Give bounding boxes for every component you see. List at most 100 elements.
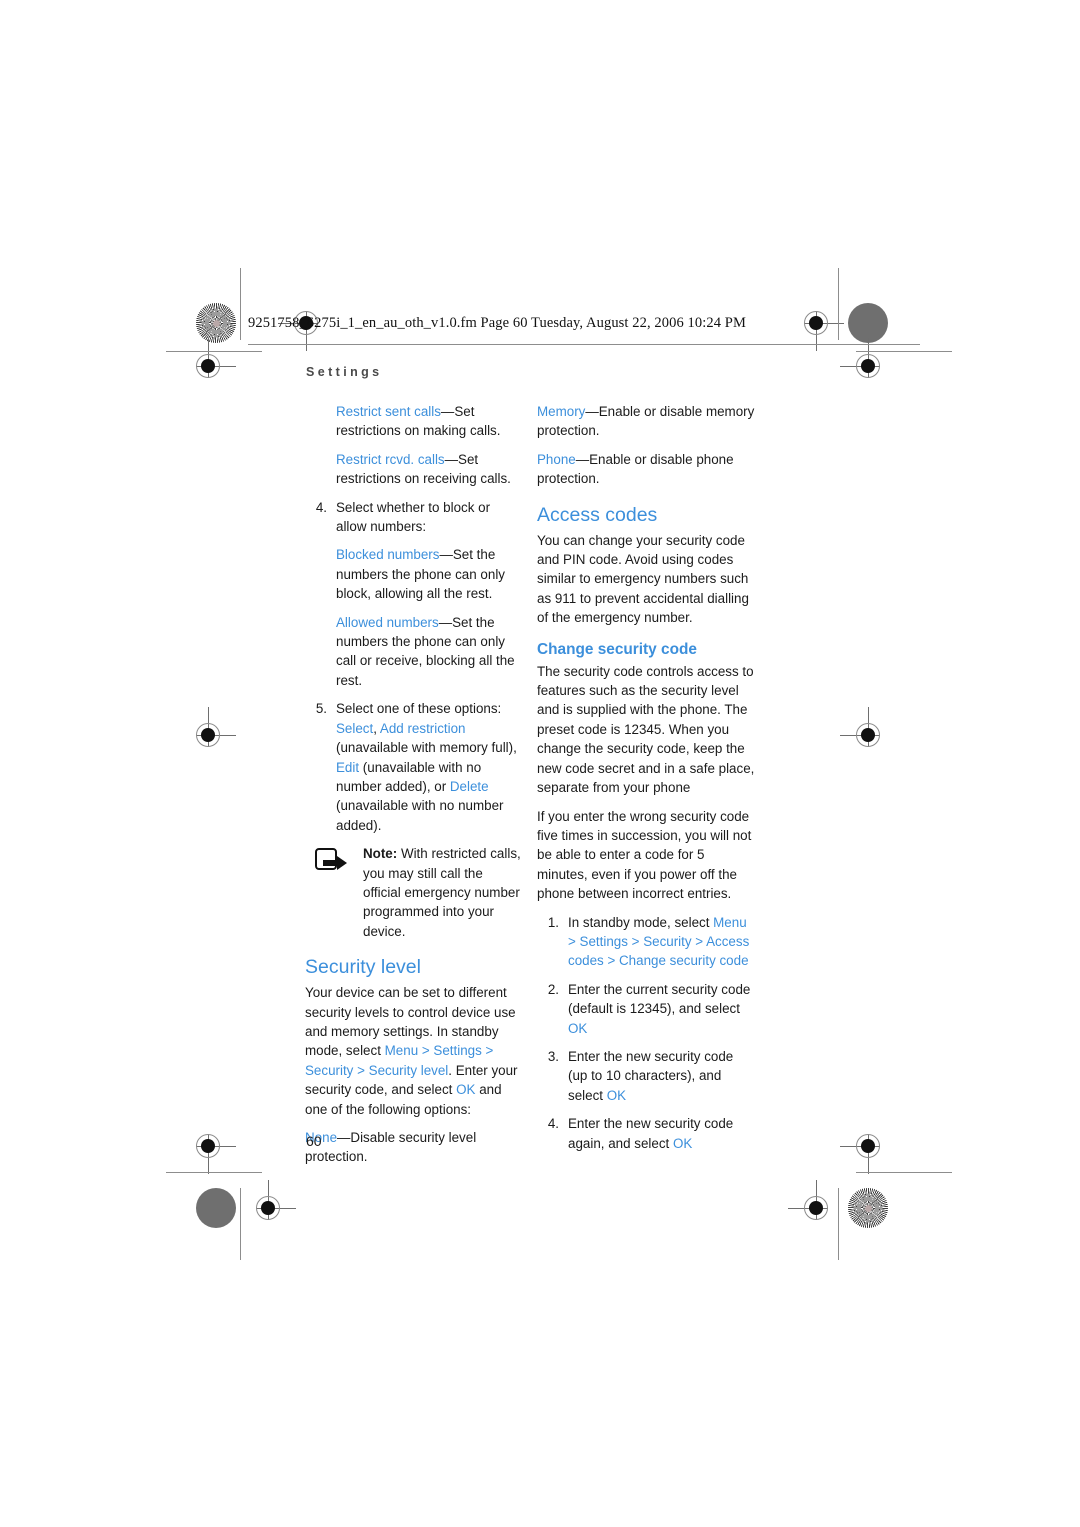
- page-number: 60: [306, 1133, 322, 1149]
- nav-sep: >: [568, 933, 580, 949]
- nav-change-security-code: Change security code: [619, 953, 749, 969]
- step-3-enter-new-code: 3. Enter the new security code (up to 10 …: [537, 1047, 756, 1105]
- right-column: Memory—Enable or disable memory protecti…: [537, 402, 756, 1162]
- trim-line-top-right-horizontal: [856, 351, 952, 353]
- term-label: Restrict sent calls: [336, 404, 441, 419]
- nav-menu: Menu: [713, 914, 747, 930]
- change-security-code-paragraph-b: If you enter the wrong security code fiv…: [537, 808, 752, 902]
- term-dash: —: [440, 404, 455, 419]
- term-label: Blocked numbers: [336, 547, 440, 563]
- step-lead: In standby mode, select: [568, 914, 714, 930]
- access-codes-paragraph: You can change your security code and PI…: [537, 532, 749, 626]
- nav-settings: Settings: [579, 933, 628, 949]
- registration-graydot-bottom-left: [196, 1188, 236, 1228]
- filename-header: 9251758_6275i_1_en_au_oth_v1.0.fm Page 6…: [248, 315, 746, 331]
- trim-line-top-right-vertical: [838, 268, 840, 340]
- step-number: 5.: [315, 701, 327, 717]
- heading-security-level: Security level: [305, 956, 421, 979]
- registration-cross-outer-bottom-right: [840, 1118, 896, 1174]
- registration-cross-mid-right: [840, 707, 896, 763]
- step-number: 2.: [547, 981, 559, 997]
- registration-graydot-top-right: [848, 303, 888, 343]
- nav-security: Security: [305, 1062, 354, 1078]
- nav-sep: >: [691, 933, 707, 949]
- term-label: Restrict rcvd. calls: [336, 451, 445, 467]
- trim-line-top-left-vertical: [240, 268, 242, 340]
- registration-cross-bottom-right-inner: [788, 1180, 844, 1236]
- registration-cross-outer-bottom-left: [180, 1118, 236, 1174]
- note-block: Note: With restricted calls, you may sti…: [305, 844, 524, 941]
- term-none: None—Disable security level protection.: [305, 1128, 524, 1167]
- rule-under-header: [248, 344, 920, 346]
- registration-starburst-top-left: [196, 303, 236, 343]
- nav-settings: Settings: [433, 1043, 482, 1059]
- separator: ,: [373, 720, 380, 736]
- step-lead: Enter the current security code (default…: [568, 981, 751, 1017]
- step-lead: Select one of these options:: [336, 701, 502, 717]
- step-4-confirm-new-code: 4. Enter the new security code again, and…: [537, 1114, 756, 1153]
- nav-sep: >: [353, 1062, 369, 1078]
- step-4-block-or-allow: 4. Select whether to block or allow numbe…: [305, 498, 524, 537]
- heading-access-codes: Access codes: [537, 503, 658, 526]
- softkey-ok: OK: [672, 1135, 693, 1151]
- registration-cross-outer-top-right: [840, 338, 896, 394]
- step-number: 1.: [547, 914, 559, 930]
- step-number: 4.: [315, 499, 327, 515]
- term-label: Memory: [537, 404, 586, 419]
- security-level-paragraph: Your device can be set to different secu…: [305, 983, 524, 1119]
- term-blocked-numbers: Blocked numbers—Set the numbers the phon…: [305, 545, 524, 603]
- step-lead: Enter the new security code again, and s…: [568, 1116, 734, 1151]
- step-text: Select whether to block or allow numbers…: [336, 499, 491, 535]
- nav-security: Security: [643, 933, 692, 949]
- note-label: Note:: [363, 846, 398, 862]
- term-dash: —: [444, 451, 459, 467]
- softkey-ok: OK: [456, 1082, 476, 1098]
- trim-line-bottom-right-horizontal: [856, 1172, 952, 1174]
- nav-security-level: Security level: [368, 1062, 449, 1078]
- term-dash: —: [439, 547, 453, 563]
- trim-line-top-left-horizontal: [166, 351, 262, 353]
- nav-sep: >: [481, 1043, 494, 1059]
- step-5-select-option: 5. Select one of these options: Select, A…: [305, 699, 524, 835]
- option-delete: Delete: [449, 778, 489, 794]
- term-label: Allowed numbers: [336, 614, 439, 630]
- term-phone: Phone—Enable or disable phone protection…: [537, 450, 756, 489]
- term-restrict-sent-calls: Restrict sent calls—Set restrictions on …: [305, 402, 524, 441]
- registration-starburst-bottom-right: [848, 1188, 888, 1228]
- step-number: 4.: [547, 1116, 559, 1132]
- step-2-enter-current-code: 2. Enter the current security code (defau…: [537, 980, 756, 1038]
- note-arrow-icon: [315, 848, 349, 874]
- registration-cross-top-right-inner: [788, 295, 844, 351]
- registration-cross-outer-top-left: [180, 338, 236, 394]
- trim-line-bottom-left-vertical: [240, 1188, 242, 1260]
- step-lead: Enter the new security code (up to 10 ch…: [568, 1048, 734, 1103]
- term-restrict-rcvd-calls: Restrict rcvd. calls—Set restrictions on…: [305, 450, 524, 489]
- term-dash: —: [575, 451, 590, 467]
- nav-sep: >: [603, 953, 619, 969]
- term-dash: —: [585, 404, 599, 419]
- printed-page: 9251758_6275i_1_en_au_oth_v1.0.fm Page 6…: [0, 0, 1080, 1527]
- paren-text: (unavailable with no number added).: [336, 798, 504, 833]
- running-head-settings: Settings: [306, 365, 383, 379]
- left-column: Restrict sent calls—Set restrictions on …: [305, 402, 524, 1176]
- step-1-standby-navigation: 1. In standby mode, select Menu > Setting…: [537, 913, 756, 971]
- registration-cross-bottom-left-inner: [240, 1180, 296, 1236]
- step-number: 3.: [547, 1048, 559, 1064]
- nav-sep: >: [627, 933, 644, 949]
- term-label: Phone: [537, 451, 576, 467]
- heading-change-security-code: Change security code: [537, 640, 697, 658]
- paren-text: (unavailable with memory full),: [336, 740, 517, 756]
- term-dash: —: [438, 614, 453, 630]
- registration-cross-mid-left: [180, 707, 236, 763]
- option-edit: Edit: [336, 759, 360, 775]
- softkey-ok: OK: [568, 1020, 588, 1036]
- nav-sep: >: [418, 1043, 434, 1059]
- term-allowed-numbers: Allowed numbers—Set the numbers the phon…: [305, 613, 524, 691]
- trim-line-bottom-right-vertical: [838, 1188, 840, 1260]
- change-security-code-paragraph-a: The security code controls access to fea…: [537, 663, 755, 796]
- term-dash: —: [337, 1130, 351, 1145]
- option-select: Select: [336, 720, 374, 736]
- option-add-restriction: Add restriction: [379, 720, 466, 736]
- nav-menu: Menu: [384, 1043, 419, 1059]
- trim-line-bottom-left-horizontal: [166, 1172, 262, 1174]
